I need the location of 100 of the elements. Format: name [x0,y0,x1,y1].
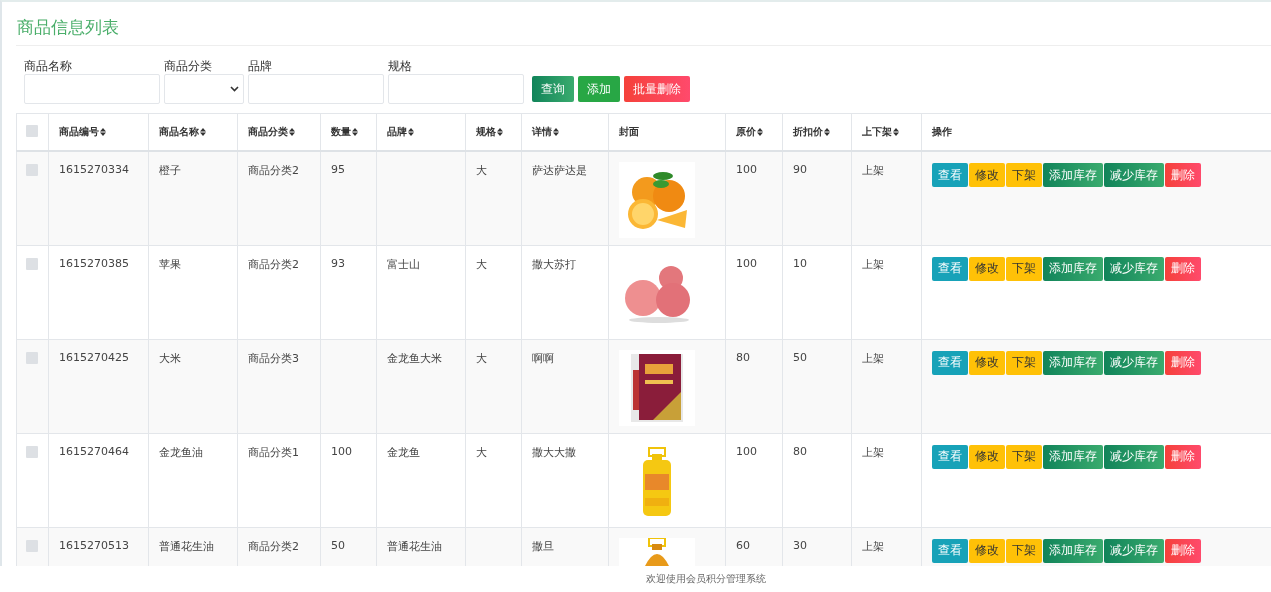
input-field[interactable] [24,74,160,104]
action-button[interactable]: 查看 [932,256,968,281]
table-cell: 90 [793,163,807,176]
column-header[interactable]: 商品名称 [159,125,206,139]
table-cell: 80 [736,350,750,364]
action-button[interactable]: 修改 [969,256,1005,281]
checkbox[interactable] [26,445,38,458]
table-cell: 上架 [862,539,884,553]
table-cell: 富士山 [387,257,420,271]
table-cell: 橙子 [159,164,181,177]
checkbox[interactable] [26,539,38,552]
column-header[interactable]: 商品编号 [59,125,106,139]
checkbox[interactable] [26,351,38,364]
action-button[interactable]: 删除 [1165,256,1201,281]
filter-button[interactable]: 批量删除 [624,76,690,102]
table-cell: 金龙鱼大米 [387,351,442,365]
table-cell: 30 [793,538,807,552]
filter-label: 商品分类 [164,58,213,74]
action-button[interactable]: 下架 [1006,444,1042,469]
table-cell: 商品分类2 [248,164,299,177]
footer-text: 欢迎使用会员积分管理系统 [645,572,766,586]
table-cell: 撒旦 [532,539,554,553]
input-field[interactable] [388,74,524,104]
filter-label: 品牌 [248,58,273,74]
page-title: 商品信息列表 [16,2,1271,46]
table-cell: 大 [476,351,487,365]
action-button[interactable]: 添加库存 [1043,163,1103,187]
table-cell: 1615270513 [59,538,129,552]
table-cell: 普通花生油 [387,539,442,553]
table-cell: 上架 [862,257,884,271]
action-button[interactable]: 查看 [932,350,968,375]
table-cell: 50 [331,538,345,552]
checkbox[interactable] [26,125,38,137]
column-header[interactable]: 折扣价 [793,125,830,139]
action-button[interactable]: 减少库存 [1104,163,1164,187]
action-button[interactable]: 删除 [1165,350,1201,375]
table-cell: 100 [736,163,757,176]
action-button[interactable]: 查看 [932,538,968,563]
table-cell: 80 [793,444,807,458]
action-button[interactable]: 下架 [1006,256,1042,281]
table-cell: 10 [793,256,807,270]
action-button[interactable]: 下架 [1006,350,1042,375]
table-cell: 大 [476,445,487,459]
table-cell: 金龙鱼油 [159,445,203,459]
table-cell: 50 [793,350,807,364]
caret-icon [230,86,239,92]
table-cell: 60 [736,538,750,552]
column-header[interactable]: 规格 [476,125,503,139]
column-header[interactable]: 详情 [532,125,559,139]
action-button[interactable]: 修改 [969,350,1005,375]
checkbox[interactable] [26,257,38,270]
table-cell: 上架 [862,164,884,177]
table-cell: 商品分类2 [248,539,299,553]
action-button[interactable]: 减少库存 [1104,256,1164,281]
table-cell: 1615270334 [59,163,129,176]
table-cell: 商品分类1 [248,445,299,459]
action-button[interactable]: 减少库存 [1104,444,1164,469]
action-button[interactable]: 添加库存 [1043,538,1103,563]
action-button[interactable]: 删除 [1165,163,1201,187]
table-cell: 大 [476,164,487,177]
table-cell: 100 [331,444,352,458]
table-cell: 啊啊 [532,351,554,365]
table-cell: 95 [331,163,345,176]
table-cell: 萨达萨达是 [532,164,587,177]
action-button[interactable]: 减少库存 [1104,538,1164,563]
column-header[interactable]: 上下架 [862,125,899,139]
table-cell: 撒大苏打 [532,257,576,271]
input-field[interactable] [248,74,384,104]
column-header[interactable]: 原价 [736,125,763,139]
filter-button[interactable]: 添加 [578,76,620,102]
column-header[interactable]: 操作 [932,125,952,139]
filter-label: 商品名称 [24,58,73,74]
action-button[interactable]: 修改 [969,444,1005,469]
action-button[interactable]: 添加库存 [1043,350,1103,375]
action-button[interactable]: 减少库存 [1104,350,1164,375]
action-button[interactable]: 添加库存 [1043,444,1103,469]
table-cell: 撒大大撒 [532,445,576,459]
column-header[interactable]: 封面 [619,125,639,139]
table-cell: 100 [736,444,757,458]
column-header[interactable]: 品牌 [387,125,414,139]
table-cell: 金龙鱼 [387,445,420,459]
action-button[interactable]: 查看 [932,444,968,469]
action-button[interactable]: 删除 [1165,538,1201,563]
action-button[interactable]: 下架 [1006,538,1042,563]
action-button[interactable]: 下架 [1006,163,1042,187]
table-cell: 1615270464 [59,444,129,458]
table-cell: 大米 [159,351,181,365]
table-cell: 商品分类3 [248,351,299,365]
checkbox[interactable] [26,164,38,176]
action-button[interactable]: 修改 [969,538,1005,563]
action-button[interactable]: 添加库存 [1043,256,1103,281]
action-button[interactable]: 修改 [969,163,1005,187]
table-cell: 上架 [862,445,884,459]
table-cell: 1615270385 [59,256,129,270]
table-cell: 商品分类2 [248,257,299,271]
column-header[interactable]: 数量 [331,125,358,139]
category-select[interactable] [164,74,244,104]
action-button[interactable]: 删除 [1165,444,1201,469]
action-button[interactable]: 查看 [932,163,968,187]
filter-button[interactable]: 查询 [532,76,574,102]
